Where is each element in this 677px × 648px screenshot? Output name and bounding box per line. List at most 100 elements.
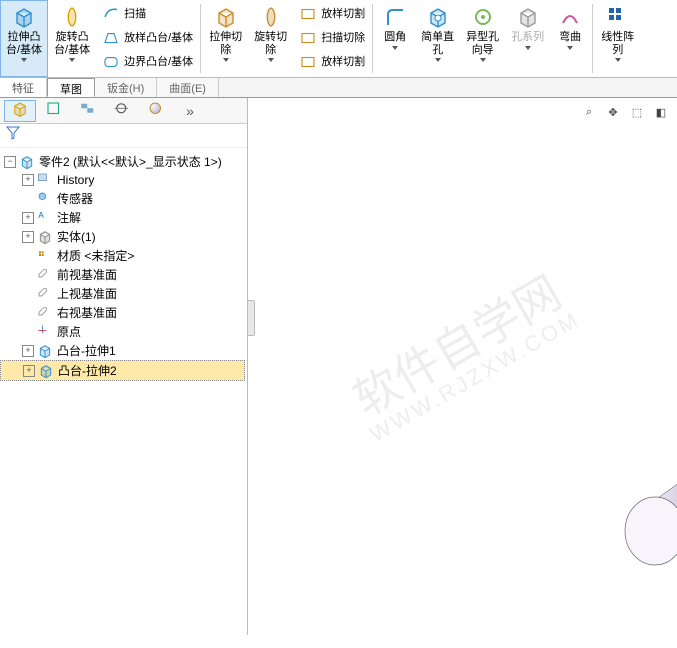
ribbon-label: 孔系列 bbox=[511, 31, 544, 44]
hole-series-button[interactable]: 孔系列 bbox=[505, 0, 550, 77]
boundary-boss-icon bbox=[101, 53, 121, 71]
hole-wizard-button[interactable]: 异型孔 向导 bbox=[460, 0, 505, 77]
expand-icon[interactable]: + bbox=[22, 174, 34, 186]
tree-node-sensor[interactable]: 传感器 bbox=[0, 189, 245, 208]
loft-boss-button[interactable]: 放样凸台/基体 bbox=[96, 26, 198, 50]
tab-sketch[interactable]: 草图 bbox=[47, 78, 95, 97]
tree-node-material[interactable]: 材质 <未指定> bbox=[0, 246, 245, 265]
expand-icon[interactable]: + bbox=[22, 212, 34, 224]
tree-node-annotation[interactable]: +A注解 bbox=[0, 208, 245, 227]
extrude-cut-button[interactable]: 拉伸切 除 bbox=[203, 0, 248, 77]
fm-tab-featuremgr[interactable] bbox=[4, 100, 36, 122]
tree-node-extrude-feat[interactable]: +凸台-拉伸1 bbox=[0, 341, 245, 360]
extrude-feat-icon bbox=[37, 343, 53, 359]
ribbon-label: 异型孔 向导 bbox=[466, 31, 499, 56]
extrude-feat-icon bbox=[38, 363, 54, 379]
ribbon-label: 圆角 bbox=[384, 31, 406, 44]
revolve-cut-icon bbox=[257, 4, 285, 30]
dropdown-arrow-icon bbox=[525, 46, 531, 50]
dropdown-arrow-icon bbox=[21, 58, 27, 62]
display-style-icon[interactable]: ◧ bbox=[651, 102, 671, 122]
graphics-viewport[interactable]: 软件自学网 WWW.RJZXW.COM bbox=[248, 98, 677, 635]
fillet-button[interactable]: 圆角 bbox=[375, 0, 415, 77]
fm-tab-propertymgr[interactable] bbox=[38, 100, 70, 122]
zoom-fit-icon[interactable]: ⌕ bbox=[579, 102, 599, 122]
sweep-icon bbox=[101, 5, 121, 23]
tree-root[interactable]: −零件2 (默认<<默认>_显示状态 1>) bbox=[0, 152, 245, 171]
ribbon-label: 放样凸台/基体 bbox=[124, 32, 193, 45]
part-icon bbox=[19, 154, 35, 170]
revolve-cut-button[interactable]: 旋转切 除 bbox=[248, 0, 293, 77]
origin-icon bbox=[37, 324, 53, 340]
tree-label: 右视基准面 bbox=[57, 304, 117, 321]
ribbon-label: 旋转切 除 bbox=[254, 31, 287, 56]
linear-pattern-button[interactable]: 线性阵 列 bbox=[595, 0, 640, 77]
expand-icon[interactable]: + bbox=[22, 231, 34, 243]
tree-filter-bar[interactable] bbox=[0, 124, 247, 148]
tab-feature[interactable]: 特征 bbox=[0, 78, 47, 97]
flex-button[interactable]: 弯曲 bbox=[550, 0, 590, 77]
zoom-area-icon[interactable]: ✥ bbox=[603, 102, 623, 122]
simple-hole-button[interactable]: 简单直 孔 bbox=[415, 0, 460, 77]
panel-splitter[interactable] bbox=[247, 300, 255, 336]
fm-tab-more[interactable]: » bbox=[174, 100, 206, 122]
dropdown-arrow-icon bbox=[435, 58, 441, 62]
tree-node-extrude-feat[interactable]: +凸台-拉伸2 bbox=[0, 360, 245, 381]
dropdown-arrow-icon bbox=[223, 58, 229, 62]
ribbon-label: 线性阵 列 bbox=[601, 31, 634, 56]
plane-icon bbox=[37, 267, 53, 283]
extrude-boss-button[interactable]: 拉伸凸 台/基体 bbox=[0, 0, 48, 77]
boundary-boss-button[interactable]: 边界凸台/基体 bbox=[96, 50, 198, 74]
tree-label: 实体(1) bbox=[57, 228, 96, 245]
tree-node-history[interactable]: + History bbox=[0, 171, 245, 189]
annotation-icon: A bbox=[37, 210, 53, 226]
feature-tree: −零件2 (默认<<默认>_显示状态 1>)+History传感器+A注解+实体… bbox=[0, 148, 247, 635]
fm-tree-icon bbox=[11, 100, 29, 121]
tree-node-origin[interactable]: 原点 bbox=[0, 322, 245, 341]
expand-icon[interactable]: − bbox=[4, 156, 16, 168]
tree-label: 原点 bbox=[57, 323, 81, 340]
dropdown-arrow-icon bbox=[392, 46, 398, 50]
loft-cut-icon bbox=[298, 5, 318, 23]
solidbodies-icon bbox=[37, 229, 53, 245]
ribbon-label: 弯曲 bbox=[559, 31, 581, 44]
watermark-text: 软件自学网 bbox=[344, 266, 569, 426]
loft-boss-icon bbox=[101, 29, 121, 47]
expand-icon[interactable]: + bbox=[23, 365, 35, 377]
model-preview bbox=[538, 248, 677, 648]
plane-icon bbox=[37, 286, 53, 302]
tree-label: History bbox=[57, 173, 94, 187]
material-icon bbox=[37, 248, 53, 264]
ribbon-label: 扫描切除 bbox=[321, 32, 365, 45]
tab-sheetmetal[interactable]: 钣金(H) bbox=[95, 78, 157, 97]
ribbon-label: 拉伸切 除 bbox=[209, 31, 242, 56]
boundary-cut-button[interactable]: 放样切割 bbox=[293, 50, 370, 74]
boundary-cut-icon bbox=[298, 53, 318, 71]
tree-node-plane[interactable]: 前视基准面 bbox=[0, 265, 245, 284]
tab-surface[interactable]: 曲面(E) bbox=[157, 78, 219, 97]
dropdown-arrow-icon bbox=[480, 58, 486, 62]
expand-icon[interactable]: + bbox=[22, 345, 34, 357]
dropdown-arrow-icon bbox=[567, 46, 573, 50]
plane-icon bbox=[37, 305, 53, 321]
simple-hole-icon bbox=[424, 4, 452, 30]
ribbon-label: 简单直 孔 bbox=[421, 31, 454, 56]
tree-node-solidbodies[interactable]: + 实体(1) bbox=[0, 227, 245, 246]
fm-tab-display[interactable] bbox=[140, 100, 172, 122]
tree-node-plane[interactable]: 上视基准面 bbox=[0, 284, 245, 303]
ribbon-label: 边界凸台/基体 bbox=[124, 56, 193, 69]
extrude-cut-icon bbox=[212, 4, 240, 30]
tree-node-plane[interactable]: 右视基准面 bbox=[0, 303, 245, 322]
fm-tab-dimxpert[interactable] bbox=[106, 100, 138, 122]
view-orient-icon[interactable]: ⬚ bbox=[627, 102, 647, 122]
fm-prop-icon bbox=[45, 100, 63, 121]
sweep-cut-icon bbox=[298, 29, 318, 47]
revolve-boss-button[interactable]: 旋转凸 台/基体 bbox=[48, 0, 96, 77]
sweep-button[interactable]: 扫描 bbox=[96, 2, 198, 26]
sweep-cut-button[interactable]: 扫描切除 bbox=[293, 26, 370, 50]
history-icon bbox=[37, 172, 53, 188]
fm-tab-configmgr[interactable] bbox=[72, 100, 104, 122]
dropdown-arrow-icon bbox=[268, 58, 274, 62]
loft-cut-button[interactable]: 放样切割 bbox=[293, 2, 370, 26]
revolve-boss-icon bbox=[58, 4, 86, 30]
